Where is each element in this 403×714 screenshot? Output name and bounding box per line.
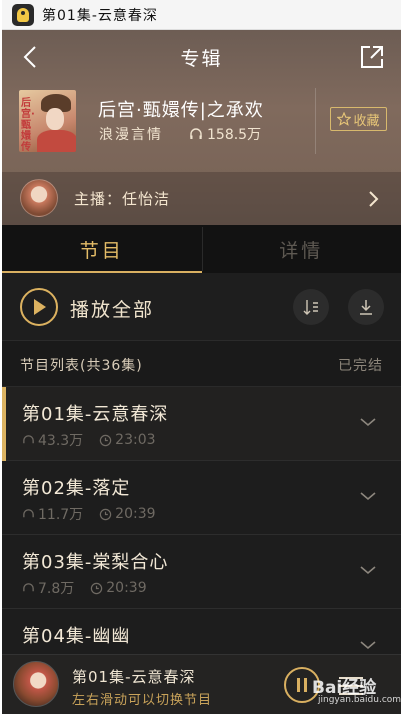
watermark-url: jingyan.baidu.com [318, 695, 401, 705]
play-icon [34, 299, 46, 315]
episode-plays: 43.3万 [38, 433, 84, 449]
headphones-icon [23, 434, 34, 443]
episode-list: 第01集-云意春深 43.3万 23:03 第02集-落定 11.7万 20:3… [2, 387, 401, 683]
window-title: 第01集-云意春深 [42, 7, 158, 24]
player-title: 第01集-云意春深 [72, 668, 196, 686]
divider [315, 88, 316, 154]
album-plays: 158.5万 [189, 124, 261, 144]
sort-button[interactable] [293, 289, 329, 325]
episode-plays: 11.7万 [38, 507, 84, 523]
chevron-down-icon[interactable] [359, 416, 377, 428]
play-all-row: 播放全部 [2, 273, 401, 341]
favorite-label: 收藏 [353, 113, 380, 129]
chevron-down-icon[interactable] [359, 564, 377, 576]
host-row[interactable]: 主播：任怡洁 [2, 172, 401, 225]
episode-duration: 23:03 [115, 432, 156, 448]
tab-details[interactable]: 详情 [201, 225, 402, 273]
episode-title: 第02集-落定 [22, 478, 131, 499]
window-title-bar: 第01集-云意春深 [2, 0, 401, 30]
clock-icon [91, 582, 103, 594]
tab-bar: 节目 详情 [2, 225, 401, 273]
pause-icon [297, 678, 307, 692]
download-button[interactable] [348, 289, 384, 325]
play-all-button[interactable] [20, 288, 58, 326]
episode-meta: 43.3万 23:03 [22, 430, 156, 450]
download-icon [360, 300, 372, 315]
episode-duration: 20:39 [115, 506, 156, 522]
episode-meta: 11.7万 20:39 [22, 504, 156, 524]
tab-episodes[interactable]: 节目 [2, 225, 202, 273]
album-title: 后宫·甄嬛传|之承欢 [98, 100, 264, 121]
album-header: 专辑 后宫·甄嬛传 后宫·甄嬛传|之承欢 浪漫言情 158.5万 收藏 主播：任… [2, 30, 401, 225]
episode-title: 第04集-幽幽 [22, 626, 131, 647]
clock-icon [99, 434, 112, 446]
episode-meta: 7.8万 20:39 [22, 578, 147, 598]
chevron-down-icon[interactable] [359, 639, 377, 651]
player-hint: 左右滑动可以切换节目 [72, 693, 213, 708]
watermark: Bai经验 jingyan.baidu.com [312, 671, 401, 711]
page-title: 专辑 [180, 47, 223, 70]
headphones-icon [190, 128, 202, 139]
episode-row[interactable]: 第02集-落定 11.7万 20:39 [2, 461, 401, 535]
cover-text: 后宫·甄嬛传 [21, 98, 35, 152]
episode-title: 第01集-云意春深 [22, 404, 169, 425]
sort-icon [303, 300, 318, 315]
headphones-icon [23, 582, 34, 591]
app-icon [12, 3, 34, 26]
completion-status: 已完结 [338, 358, 383, 374]
nav-bar: 专辑 [2, 30, 401, 84]
episode-title: 第03集-棠梨合心 [22, 552, 169, 573]
star-icon [337, 112, 352, 126]
share-icon[interactable] [359, 44, 385, 70]
album-plays-count: 158.5万 [207, 127, 262, 143]
episode-row[interactable]: 第03集-棠梨合心 7.8万 20:39 [2, 535, 401, 609]
host-avatar [20, 179, 58, 217]
favorite-button[interactable]: 收藏 [330, 107, 387, 131]
episode-plays: 7.8万 [38, 581, 75, 597]
list-header: 节目列表(共36集) 已完结 [2, 341, 401, 387]
play-all-label[interactable]: 播放全部 [70, 295, 154, 322]
host-label: 主播：任怡洁 [74, 190, 171, 208]
player-cover[interactable] [13, 661, 59, 707]
album-meta: 浪漫言情 158.5万 [99, 124, 261, 144]
clock-icon [99, 508, 112, 520]
headphones-icon [23, 508, 34, 517]
episode-count: 节目列表(共36集) [20, 358, 143, 374]
app-screen: 第01集-云意春深 专辑 后宫·甄嬛传 后宫·甄嬛传|之承欢 浪漫言情 158.… [2, 0, 401, 714]
chevron-down-icon[interactable] [359, 490, 377, 502]
album-category: 浪漫言情 [99, 127, 163, 143]
episode-duration: 20:39 [106, 580, 147, 596]
album-cover[interactable]: 后宫·甄嬛传 [19, 90, 76, 152]
chevron-right-icon [369, 191, 379, 207]
back-icon[interactable] [20, 45, 42, 69]
episode-row[interactable]: 第01集-云意春深 43.3万 23:03 [2, 387, 401, 461]
